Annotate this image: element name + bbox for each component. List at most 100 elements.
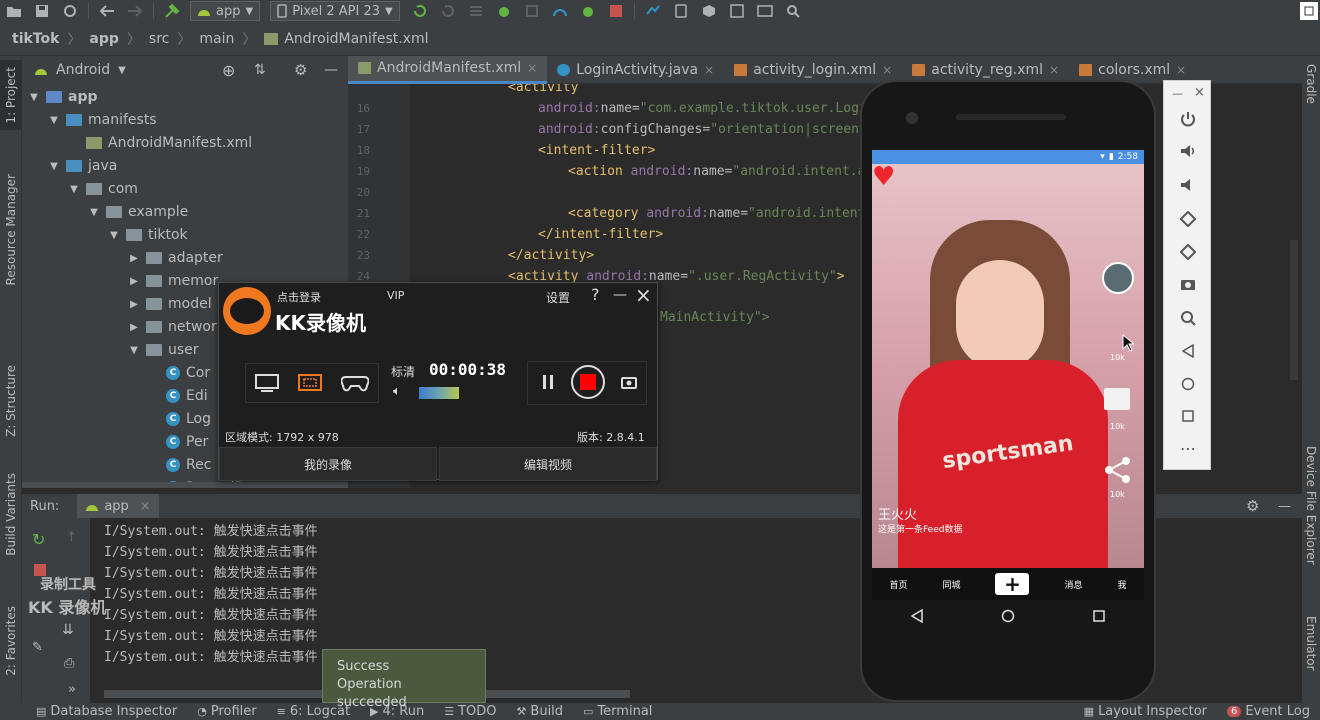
breadcrumb-item[interactable]: main [199,31,234,47]
collapse-all-icon[interactable]: ⇅ [254,62,266,78]
tree-item[interactable]: ▼ user [128,339,198,361]
region-mode-icon[interactable] [297,374,322,392]
tree-item[interactable]: ▼ tiktok [108,224,188,246]
gear-icon[interactable]: ⚙ [1246,497,1259,515]
gear-icon[interactable]: ⚙ [294,61,307,79]
tree-item[interactable]: ▶ adapter [128,247,223,269]
more-icon[interactable]: ⋯ [1164,439,1212,458]
nav-me[interactable]: 我 [1117,578,1126,591]
rotate-right-icon[interactable] [1164,244,1212,260]
nav-home[interactable]: 首页 [889,578,907,591]
list-icon[interactable] [462,0,490,22]
hammer-icon[interactable] [158,0,186,22]
tree-item[interactable]: ▶ memor [128,270,218,292]
comment-icon[interactable] [1104,388,1130,410]
run-tab-app[interactable]: app × [77,494,159,518]
breadcrumb-item[interactable]: src [149,31,169,47]
tree-item[interactable]: ▼ app [28,86,97,108]
status-tool-button[interactable]: ◔ Profiler [187,704,266,719]
tree-item[interactable]: ▶ model [128,293,211,315]
debug-icon[interactable] [490,0,518,22]
tree-item[interactable]: ▶ networ [128,316,217,338]
project-scrollbar[interactable] [22,482,348,488]
kk-settings-link[interactable]: 设置 [546,289,570,306]
rotate-left-icon[interactable] [1164,211,1212,227]
apk-debug-icon[interactable] [574,0,602,22]
tab-emulator[interactable]: Emulator [1302,616,1320,696]
chevron-down-icon[interactable]: ▼ [108,229,120,241]
close-icon[interactable]: × [1176,63,1186,77]
breadcrumb-item[interactable]: app [89,31,119,47]
search-icon[interactable] [779,0,807,22]
volume-down-icon[interactable] [1164,178,1212,192]
nav-add-button[interactable]: + [995,573,1030,595]
status-tool-button[interactable]: 6 Event Log [1217,704,1320,719]
chevron-right-icon[interactable]: ▶ [128,298,140,310]
nav-messages[interactable]: 消息 [1064,578,1082,591]
open-folder-icon[interactable] [0,0,28,22]
scroll-end-icon[interactable]: ⇊ [62,622,74,638]
more-icon[interactable]: » [68,682,76,697]
profiler-icon[interactable] [546,0,574,22]
record-stop-button[interactable] [571,365,605,399]
close-icon[interactable]: × [882,63,892,77]
tab-structure[interactable]: Z: Structure [0,356,22,446]
game-mode-icon[interactable] [340,374,369,392]
tree-item[interactable]: AndroidManifest.xml [68,132,252,154]
close-icon[interactable]: × [527,61,537,75]
run-config-select[interactable]: app ▼ [190,1,261,21]
tree-item[interactable]: ▼ example [88,201,188,223]
project-view-select[interactable]: Android [56,62,110,78]
tab-favorites[interactable]: 2: Favorites [0,596,22,686]
minimize-icon[interactable]: — [613,287,627,303]
avatar[interactable] [1102,262,1134,294]
back-arrow-icon[interactable] [93,0,121,22]
tab-resource-manager[interactable]: Resource Manager [0,160,22,300]
tree-item[interactable]: ▼ manifests [48,109,156,131]
share-icon[interactable] [1104,456,1132,484]
zoom-icon[interactable] [1164,310,1212,326]
recents-square-icon[interactable] [1164,410,1212,422]
back-triangle-icon[interactable] [911,609,923,623]
chevron-down-icon[interactable]: ▼ [28,91,40,103]
tab-gradle[interactable]: Gradle [1302,64,1320,134]
close-icon[interactable]: × [140,499,151,514]
pin-icon[interactable]: ✎ [32,640,43,655]
toast-notification[interactable]: Success Operation succeeded [322,649,486,710]
minimize-icon[interactable]: — [324,62,338,78]
tree-item[interactable]: C Log [148,408,211,430]
kk-vip-badge[interactable]: VIP [387,289,404,302]
device-select[interactable]: Pixel 2 API 23 ▼ [270,1,400,21]
heart-icon[interactable]: ♥ [872,164,895,190]
up-arrow-icon[interactable]: ↑ [66,530,77,545]
tree-item[interactable]: C Cor [148,362,210,384]
emulator-screen[interactable]: ▾ ▮ 2:58 sportsman ♥ 10k 10k 10k 王火火 这是第… [872,150,1144,600]
sdk-manager-icon[interactable] [695,0,723,22]
breadcrumb-item[interactable]: AndroidManifest.xml [284,31,428,47]
edit-video-button[interactable]: 编辑视频 [439,447,657,481]
rerun-icon[interactable]: ↻ [32,530,45,549]
screenshot-icon[interactable] [621,375,637,389]
close-icon[interactable]: × [635,283,652,307]
recents-square-icon[interactable] [1093,610,1105,622]
tab-editor-file[interactable]: AndroidManifest.xml × [348,55,548,84]
tree-item[interactable]: ▼ java [48,155,117,177]
close-icon[interactable]: × [1194,85,1205,100]
status-tool-button[interactable]: ▦ Layout Inspector [1074,704,1217,719]
chevron-down-icon[interactable]: ▼ [48,114,60,126]
tree-item[interactable]: C Per [148,431,208,453]
stop-icon[interactable] [602,0,630,22]
editor-scrollbar[interactable] [1290,240,1298,380]
forward-arrow-icon[interactable] [121,0,149,22]
status-tool-button[interactable]: ▤ Database Inspector [0,704,187,719]
save-icon[interactable] [28,0,56,22]
kk-help-button[interactable]: ? [591,285,600,304]
close-icon[interactable]: × [1049,63,1059,77]
chevron-down-icon[interactable]: ▼ [118,65,126,76]
speaker-icon[interactable]: 🔈︎ [393,384,401,399]
chevron-down-icon[interactable]: ▼ [128,344,140,356]
kk-login-link[interactable]: 点击登录 [277,289,321,305]
chevron-right-icon[interactable]: ▶ [128,252,140,264]
chevron-right-icon[interactable]: ▶ [128,321,140,333]
breadcrumb-item[interactable]: tikTok [12,31,59,47]
